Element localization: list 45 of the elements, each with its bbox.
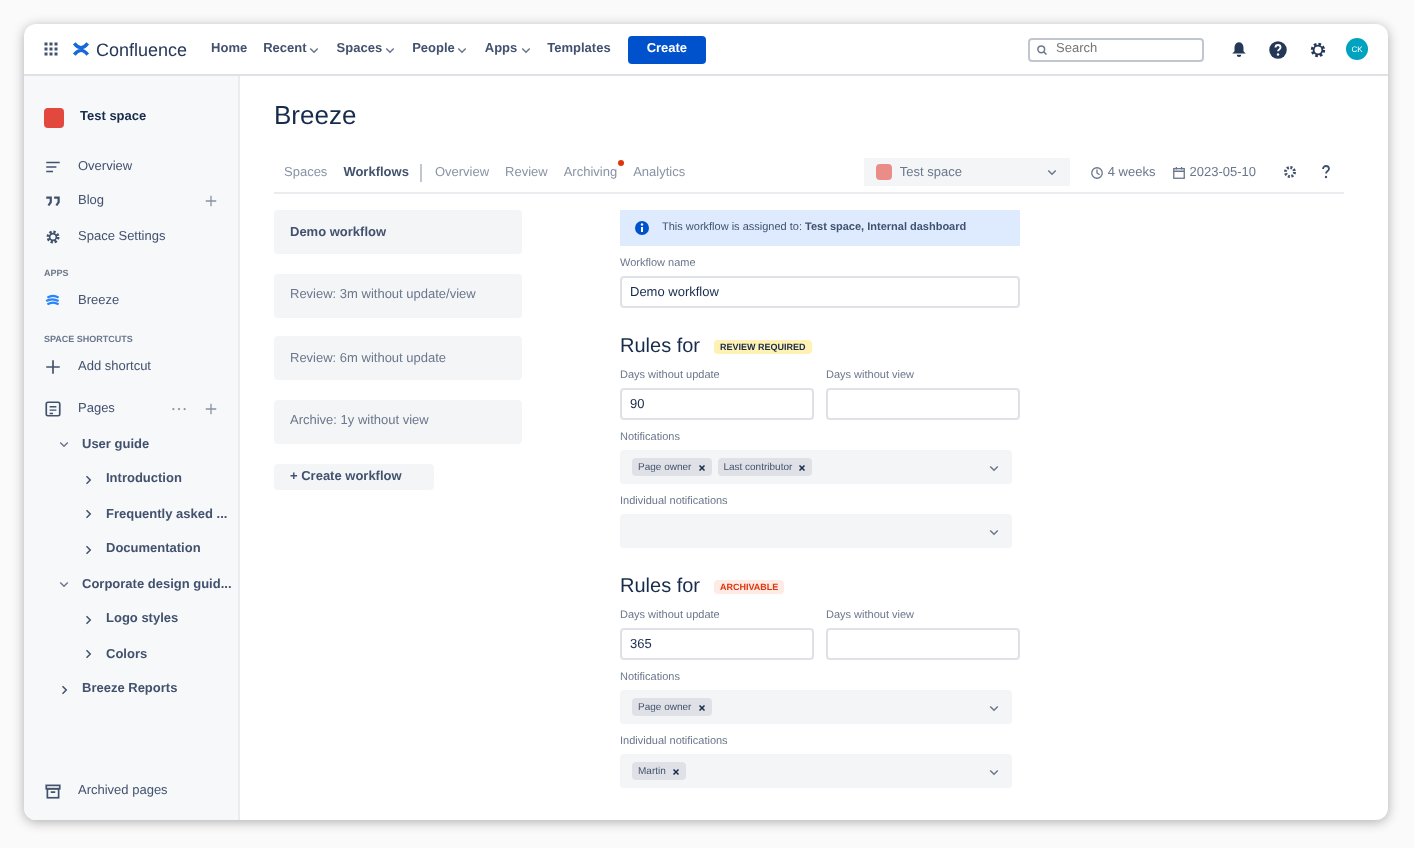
- chevron-down-icon: [988, 461, 1000, 473]
- chevron-down-icon: [988, 765, 1000, 777]
- chevron-right-icon: [82, 473, 94, 486]
- remove-icon: [697, 463, 706, 471]
- input-field[interactable]: [826, 628, 1020, 660]
- app-grid-icon: [44, 41, 60, 57]
- section-heading: Rules for: [620, 335, 701, 357]
- bell-icon: [1230, 40, 1248, 58]
- chevron-down-icon: [988, 701, 1000, 713]
- help-icon: [1318, 164, 1334, 180]
- chevron-down-icon: [1045, 166, 1058, 178]
- info-icon: [634, 220, 650, 236]
- remove-icon: [798, 463, 807, 471]
- plus-icon: [44, 357, 62, 376]
- confluence-logo-icon: [72, 40, 90, 58]
- archive-icon: [44, 781, 62, 800]
- remove-icon: [697, 703, 706, 711]
- plus-icon: [204, 402, 218, 417]
- chevron-right-icon: [82, 613, 94, 626]
- chevron-right-icon: [82, 543, 94, 556]
- chevron-right-icon: [82, 648, 94, 661]
- section-heading: Rules for: [620, 575, 701, 597]
- multi-select-field[interactable]: [620, 514, 1012, 548]
- chevron-down-icon: [308, 43, 321, 55]
- lines-icon: [44, 157, 62, 176]
- help-icon: [1268, 39, 1288, 59]
- clock-icon: [1089, 165, 1104, 179]
- chevron-right-icon: [82, 508, 94, 521]
- quote-icon: [44, 192, 62, 211]
- space-icon: [44, 107, 64, 128]
- page-title: Breeze: [274, 100, 359, 132]
- page-icon: [44, 400, 62, 419]
- chevron-down-icon: [384, 43, 397, 55]
- chevron-down-icon: [456, 43, 469, 55]
- chevron-down-icon: [519, 43, 532, 55]
- chevron-down-icon: [988, 525, 1000, 537]
- breeze-app-icon: [44, 292, 62, 311]
- app-name: Confluence: [96, 39, 188, 59]
- chevron-down-icon: [58, 578, 70, 591]
- input-field[interactable]: [826, 388, 1020, 420]
- plus-icon: [204, 194, 218, 209]
- remove-icon: [671, 767, 680, 775]
- calendar-icon: [1171, 165, 1186, 179]
- chevron-down-icon: [58, 438, 70, 451]
- chevron-right-icon: [58, 683, 70, 696]
